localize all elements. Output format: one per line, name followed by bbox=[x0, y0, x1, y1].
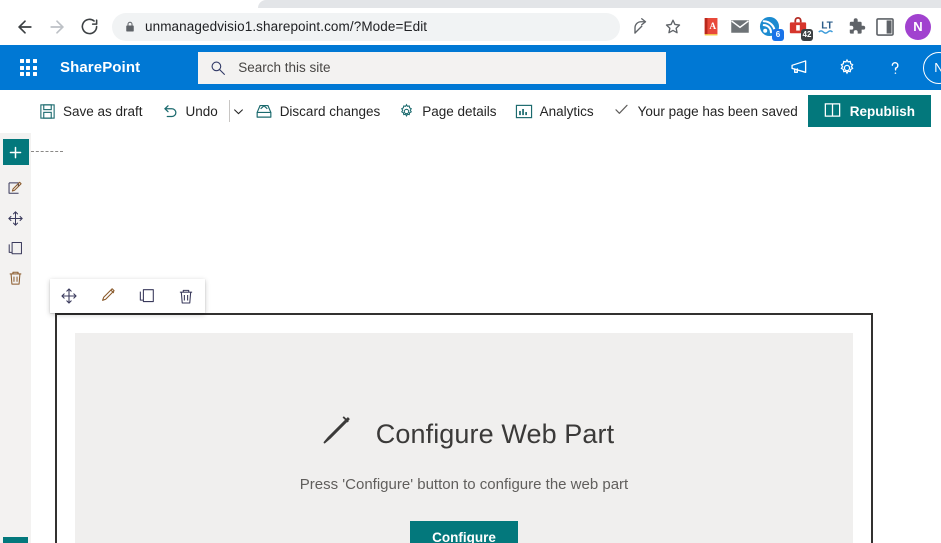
delete-webpart-icon[interactable] bbox=[169, 280, 203, 312]
svg-text:A: A bbox=[709, 22, 716, 32]
feedback-megaphone-icon[interactable] bbox=[775, 45, 823, 90]
omnibox-actions bbox=[626, 12, 688, 42]
browser-tab-strip bbox=[0, 0, 941, 8]
sharepoint-brand-label[interactable]: SharePoint bbox=[60, 59, 140, 76]
move-webpart-icon[interactable] bbox=[52, 280, 86, 312]
star-icon[interactable] bbox=[658, 12, 688, 42]
move-section-icon[interactable] bbox=[3, 203, 29, 233]
page-command-bar: Save as draft Undo Discard changes Page … bbox=[0, 90, 941, 133]
search-input[interactable]: Search this site bbox=[198, 51, 667, 84]
republish-button[interactable]: Republish bbox=[807, 95, 931, 127]
discard-changes-icon bbox=[255, 102, 273, 120]
mail-extension-icon[interactable] bbox=[727, 14, 753, 40]
webpart-title-row: Configure Web Part bbox=[314, 411, 614, 458]
undo-icon bbox=[161, 102, 179, 120]
share-icon[interactable] bbox=[626, 12, 656, 42]
page-details-button[interactable]: Page details bbox=[389, 90, 505, 133]
user-avatar[interactable]: N bbox=[923, 51, 941, 84]
browser-extensions: A 6 42 LT bbox=[698, 14, 898, 41]
rss-extension-badge: 6 bbox=[772, 28, 784, 41]
languagetool-extension-icon[interactable]: LT bbox=[814, 14, 840, 40]
help-question-icon[interactable] bbox=[871, 45, 919, 90]
add-section-button[interactable] bbox=[2, 139, 29, 165]
save-as-draft-button[interactable]: Save as draft bbox=[30, 90, 152, 133]
settings-gear-icon[interactable] bbox=[823, 45, 871, 90]
republish-label: Republish bbox=[849, 103, 915, 119]
reload-icon[interactable] bbox=[74, 12, 104, 42]
add-section-bottom-button[interactable] bbox=[3, 537, 28, 543]
address-bar[interactable]: unmanagedvisio1.sharepoint.com/?Mode=Edi… bbox=[112, 12, 620, 41]
save-icon bbox=[39, 103, 56, 120]
undo-label: Undo bbox=[185, 103, 218, 119]
browser-toolbar: unmanagedvisio1.sharepoint.com/?Mode=Edi… bbox=[0, 8, 941, 45]
browser-profile-avatar[interactable]: N bbox=[905, 13, 931, 40]
svg-text:LT: LT bbox=[821, 20, 833, 31]
browser-tab-background bbox=[258, 0, 941, 8]
sidebar-panel-icon[interactable] bbox=[872, 14, 898, 40]
search-placeholder: Search this site bbox=[238, 60, 331, 75]
analytics-label: Analytics bbox=[539, 103, 594, 119]
save-status-label: Your page has been saved bbox=[637, 103, 798, 119]
page-details-label: Page details bbox=[422, 103, 497, 119]
republish-icon bbox=[824, 102, 841, 121]
analytics-chart-icon bbox=[515, 103, 533, 120]
undo-dropdown-chevron-down-icon[interactable] bbox=[232, 90, 246, 133]
toolbox-extension-icon[interactable]: 42 bbox=[785, 14, 813, 41]
configure-webpart-panel: Configure Web Part Press 'Configure' but… bbox=[75, 333, 853, 543]
edit-section-icon[interactable] bbox=[3, 173, 29, 203]
section-rail bbox=[0, 133, 31, 543]
lock-icon bbox=[124, 20, 136, 34]
undo-button[interactable]: Undo bbox=[152, 90, 227, 133]
save-status: Your page has been saved bbox=[603, 101, 808, 121]
sharepoint-suite-header: SharePoint Search this site N bbox=[0, 45, 941, 90]
dictionary-extension-icon[interactable]: A bbox=[698, 14, 724, 40]
configure-button[interactable]: Configure bbox=[410, 521, 518, 543]
webpart-subtitle: Press 'Configure' button to configure th… bbox=[299, 476, 629, 493]
save-as-draft-label: Save as draft bbox=[63, 103, 143, 119]
toolbox-extension-badge: 42 bbox=[801, 28, 813, 41]
edit-webpart-icon[interactable] bbox=[91, 280, 125, 312]
add-section-connector bbox=[31, 151, 63, 152]
search-icon bbox=[210, 60, 226, 76]
discard-changes-button[interactable]: Discard changes bbox=[246, 90, 390, 133]
suite-header-actions: N bbox=[775, 45, 941, 90]
back-arrow-icon[interactable] bbox=[10, 12, 40, 42]
webpart-selected-frame[interactable]: Configure Web Part Press 'Configure' but… bbox=[55, 313, 873, 543]
discard-changes-label: Discard changes bbox=[279, 103, 381, 119]
page-details-gear-icon bbox=[398, 103, 415, 120]
delete-section-icon[interactable] bbox=[3, 263, 29, 293]
analytics-button[interactable]: Analytics bbox=[506, 90, 603, 133]
webpart-toolbar bbox=[50, 279, 205, 313]
duplicate-section-icon[interactable] bbox=[3, 233, 29, 263]
rss-extension-icon[interactable]: 6 bbox=[756, 14, 784, 41]
command-bar-divider bbox=[228, 100, 230, 122]
checkmark-icon bbox=[613, 101, 630, 121]
url-text: unmanagedvisio1.sharepoint.com/?Mode=Edi… bbox=[145, 19, 428, 34]
duplicate-webpart-icon[interactable] bbox=[130, 280, 164, 312]
page-title: Configure Web Part bbox=[375, 419, 615, 449]
pencil-icon bbox=[314, 411, 356, 458]
puzzle-extensions-icon[interactable] bbox=[843, 14, 869, 40]
page-canvas: Configure Web Part Press 'Configure' but… bbox=[0, 133, 941, 543]
forward-arrow-icon[interactable] bbox=[42, 12, 72, 42]
app-launcher-waffle-icon[interactable] bbox=[8, 45, 48, 90]
